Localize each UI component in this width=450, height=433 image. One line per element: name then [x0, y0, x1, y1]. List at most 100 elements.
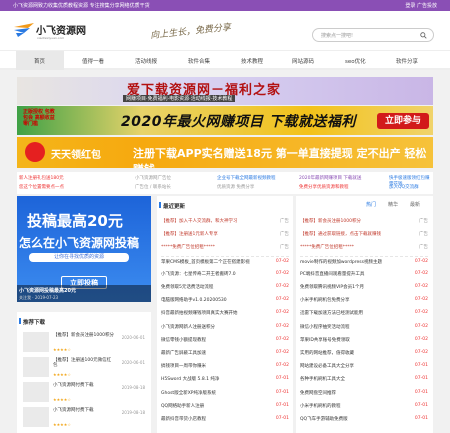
site-logo-text[interactable]: 小飞资源网 — [36, 22, 86, 37]
banner-welfare[interactable]: 爱下载资源网－福利之家 网赚项目·免费福利·电影资源·活动线报·技术教程 — [17, 77, 433, 105]
article-row[interactable]: QQ网络助手新人注册 07-01 — [161, 401, 289, 410]
article-row[interactable]: 小飞资源：七星传奇二开王者搬砖7.0 07-02 — [161, 269, 289, 278]
article-row[interactable]: PC端抖音直播间观看量提升工具 07-02 — [300, 269, 428, 278]
article-row[interactable]: 小米手机刷机的教程 07-01 — [300, 401, 428, 410]
article-row[interactable]: 【推荐】通过获取链接，点击下载就赚钱 广告 — [300, 229, 428, 238]
article-title[interactable]: 【推荐】加入千人交流群，和大神学习 — [161, 218, 271, 224]
article-title[interactable]: 微信小程序抽奖活动流程 — [300, 324, 410, 330]
article-row[interactable]: 搞钱项目一周带你赚米 07-02 — [161, 361, 289, 370]
article-row[interactable]: 实用的网站推荐，值得收藏 07-02 — [300, 348, 428, 357]
article-row[interactable]: Ghost版全新XP纯净版系统 07-01 — [161, 388, 289, 397]
article-title[interactable]: 小米手机刷机包免费分享 — [300, 297, 410, 303]
nav-item-worth-seeing[interactable]: 值得一看 — [82, 57, 104, 65]
search-icon[interactable] — [420, 32, 427, 39]
download-item[interactable]: 【推荐】注册送100元微信红包 ★★★★☆ 2020-06-01 — [23, 357, 147, 381]
search-box[interactable]: 搜索点一搜吧! — [312, 28, 434, 42]
article-title[interactable]: movie制作的视频加wordpress视频主题 — [300, 259, 410, 265]
article-row[interactable]: 小飞资源网新人注册送积分 07-02 — [161, 322, 289, 331]
text-link[interactable]: 免费分享优质资源和教程 — [299, 184, 349, 190]
download-name[interactable]: 【推荐】注册送100元微信红包 — [53, 358, 115, 368]
article-title[interactable]: 迅雷下载加速方法已经测试能用 — [300, 310, 410, 316]
nav-item-home[interactable]: 首页 — [34, 57, 45, 65]
article-row[interactable]: 迅雷下载加速方法已经测试能用 07-02 — [300, 308, 428, 317]
article-row[interactable]: 最新广告屏蔽工具加速 07-02 — [161, 348, 289, 357]
article-title[interactable]: 免费网盘空间推荐 — [300, 390, 410, 396]
article-title[interactable]: *****免费广告位招租***** — [161, 244, 271, 250]
article-title[interactable]: 【推荐】新会员注册1000积分 — [300, 218, 410, 224]
article-row[interactable]: *****免费广告位招租***** 广告 — [300, 242, 428, 251]
nav-item-tutorials[interactable]: 技术教程 — [241, 57, 263, 65]
article-title[interactable]: PC端抖音直播间观看量提升工具 — [300, 271, 410, 277]
article-title[interactable]: 最新抖音带货小店教程 — [161, 416, 271, 422]
article-row[interactable]: 抖音最新拍视频赚钱项目真实大赛开始 07-02 — [161, 308, 289, 317]
article-row[interactable]: 小米手机刷机包免费分享 07-02 — [300, 295, 428, 304]
article-title[interactable]: 免费领取腾讯视频VIP会员1个月 — [300, 284, 410, 290]
article-title[interactable]: 小飞资源：七星传奇二开王者搬砖7.0 — [161, 271, 271, 277]
article-row[interactable]: 【推荐】加入千人交流群，和大神学习 广告 — [161, 216, 289, 225]
top-links[interactable]: 登录 广告投放 — [405, 2, 437, 9]
article-title[interactable]: H5Sword 大战版 5.8.1 纯净 — [161, 376, 271, 382]
download-item[interactable]: 小飞资源网付费下载 ★★★★☆ 2019-08-18 — [23, 407, 147, 431]
article-title[interactable]: 免费领取5元话费活动流程 — [161, 284, 271, 290]
article-row[interactable]: 免费网盘空间推荐 07-01 — [300, 388, 428, 397]
article-row[interactable]: H5Sword 大战版 5.8.1 纯净 07-01 — [161, 374, 289, 383]
article-title[interactable]: 网站建设必备工具大全分享 — [300, 363, 410, 369]
text-link[interactable]: 优质资源 免费分享 — [217, 184, 254, 190]
article-title[interactable]: 各种手机刷机工具大全 — [300, 376, 410, 382]
article-row[interactable]: 微信小程序抽奖活动流程 07-02 — [300, 322, 428, 331]
article-title[interactable]: 实用的网站推荐，值得收藏 — [300, 350, 410, 356]
tab-latest[interactable]: 最新 — [410, 201, 420, 208]
download-item[interactable]: 小飞资源网付费下载 ★★★★☆ 2019-08-18 — [23, 382, 147, 406]
article-row[interactable]: 苹果ID共享账号免费领取 07-02 — [300, 335, 428, 344]
article-title[interactable]: 抖音最新拍视频赚钱项目真实大赛开始 — [161, 310, 271, 316]
nav-item-seo[interactable]: seo优化 — [345, 57, 366, 65]
article-row[interactable]: 电脑版网络助手v1.0.20200530 07-02 — [161, 295, 289, 304]
article-title[interactable]: QQ网络助手新人注册 — [161, 403, 271, 409]
text-link[interactable]: 企业号下载全网最新视频教程 — [217, 175, 276, 181]
article-row[interactable]: 微信零钱小额提现教程 07-02 — [161, 335, 289, 344]
article-title[interactable]: 【推荐】通过获取链接，点击下载就赚钱 — [300, 231, 410, 237]
article-title[interactable]: 微信零钱小额提现教程 — [161, 337, 271, 343]
article-row[interactable]: QQ飞车手游辅助免费版 07-01 — [300, 414, 428, 423]
article-title[interactable]: 【推荐】注册送1元新人专享 — [161, 231, 271, 237]
article-row[interactable]: movie制作的视频加wordpress视频主题 07-02 — [300, 255, 428, 265]
article-row[interactable]: 免费领取5元话费活动流程 07-02 — [161, 282, 289, 291]
logo-icon[interactable] — [14, 23, 34, 37]
nav-item-activities[interactable]: 活动线报 — [135, 57, 157, 65]
article-row[interactable]: 苹果CMS模板_首页模板第二个正在搭建影视 07-02 — [161, 255, 289, 265]
text-link[interactable]: 新人注册礼包送180元 — [19, 175, 64, 181]
article-row[interactable]: *****免费广告位招租***** 广告 — [161, 242, 289, 251]
banner-join-button[interactable]: 立即参与 — [377, 113, 429, 129]
article-title[interactable]: 苹果CMS模板_首页模板第二个正在搭建影视 — [161, 259, 271, 265]
article-title[interactable]: Ghost版全新XP纯净版系统 — [161, 390, 271, 396]
article-title[interactable]: 电脑版网络助手v1.0.20200530 — [161, 297, 271, 303]
article-row[interactable]: 网站建设必备工具大全分享 07-01 — [300, 361, 428, 370]
article-title[interactable]: 搞钱项目一周带你赚米 — [161, 363, 271, 369]
article-title[interactable]: QQ飞车手游辅助免费版 — [300, 416, 410, 422]
tab-featured[interactable]: 精华 — [388, 201, 398, 208]
nav-item-software[interactable]: 软件合集 — [188, 57, 210, 65]
article-row[interactable]: 【推荐】注册送1元新人专享 广告 — [161, 229, 289, 238]
tab-hot[interactable]: 热门 — [366, 201, 376, 208]
carousel-slide[interactable]: 投稿最高20元 怎么在小飞资源网投稿 让你在寻找优质的资源 立即投稿 小飞资源网… — [17, 196, 151, 302]
article-row[interactable]: 最新抖音带货小店教程 07-01 — [161, 414, 289, 423]
article-row[interactable]: 免费领取腾讯视频VIP会员1个月 07-02 — [300, 282, 428, 291]
text-link[interactable]: 您这个位置需要点一点 — [19, 184, 64, 190]
article-title[interactable]: 苹果ID共享账号免费领取 — [300, 337, 410, 343]
banner-project[interactable]: 正版授权 包教包会 高额收益 零门槛 2020年最火网赚项目 下载就送福利 立即… — [17, 106, 433, 135]
search-input[interactable]: 搜索点一搜吧! — [321, 32, 353, 39]
article-row[interactable]: 各种手机刷机工具大全 07-01 — [300, 374, 428, 383]
article-title[interactable]: *****免费广告位招租***** — [300, 244, 410, 250]
text-link[interactable]: 加入QQ交流群 — [389, 184, 419, 190]
article-title[interactable]: 小飞资源网新人注册送积分 — [161, 324, 271, 330]
article-title[interactable]: 小米手机刷机的教程 — [300, 403, 410, 409]
nav-item-source[interactable]: 网站源码 — [292, 57, 314, 65]
text-link[interactable]: 2020年最新网赚项目 下载就送 — [299, 175, 361, 181]
banner-redpacket[interactable]: 天天领红包 注册下载APP实名赠送18元 第一单直接提现 定不出产 轻松赚钱 — [17, 137, 433, 168]
download-item[interactable]: 【推荐】新会员注册1000积分 ★★★★☆ 2020-06-01 — [23, 332, 147, 356]
download-name[interactable]: 小飞资源网付费下载 — [53, 383, 115, 388]
download-name[interactable]: 【推荐】新会员注册1000积分 — [53, 333, 115, 338]
text-link[interactable]: 广告位 / 联系站长 — [135, 184, 171, 190]
slide-caption-title[interactable]: 小飞资源网投稿最高20元 — [19, 287, 76, 294]
nav-item-software-share[interactable]: 软件分享 — [396, 57, 418, 65]
